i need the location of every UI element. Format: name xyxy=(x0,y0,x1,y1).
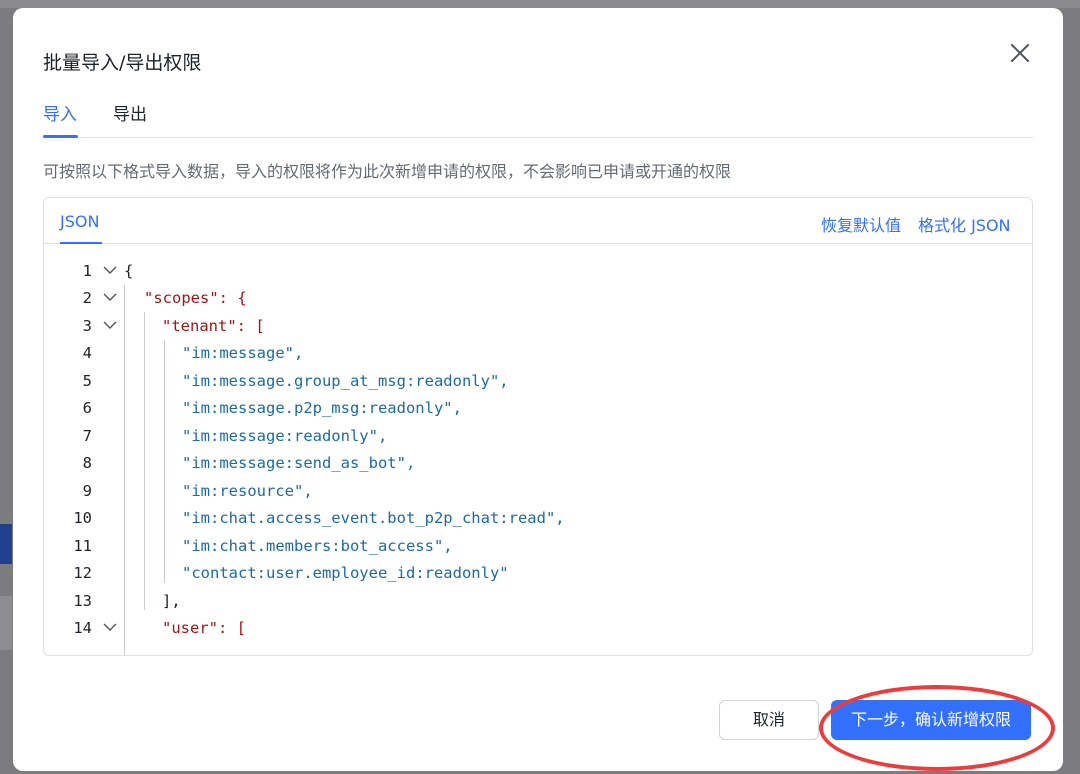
code-text: "contact:user.employee_id:readonly" xyxy=(182,564,509,582)
line-number: 7 xyxy=(82,427,92,445)
editor-tab-json-label: JSON xyxy=(60,212,100,231)
fold-chevron-icon[interactable] xyxy=(102,289,118,305)
cancel-button[interactable]: 取消 xyxy=(719,700,819,740)
tab-bar: 导入 导出 xyxy=(43,96,1033,138)
code-line: 8 "im:message:send_as_bot", xyxy=(44,450,1032,477)
fold-chevron-icon[interactable] xyxy=(102,619,118,635)
line-number: 9 xyxy=(82,482,92,500)
code-text: "im:message.p2p_msg:readonly", xyxy=(182,399,462,417)
editor-tab-json[interactable]: JSON xyxy=(60,212,102,244)
editor-tab-indicator xyxy=(60,242,102,244)
code-line: 13 ], xyxy=(44,588,1032,615)
code-line: 11 "im:chat.members:bot_access", xyxy=(44,533,1032,560)
tab-import-label: 导入 xyxy=(43,105,77,125)
code-line: 6 "im:message.p2p_msg:readonly", xyxy=(44,395,1032,422)
code-text: "im:resource", xyxy=(182,482,313,500)
import-description: 可按照以下格式导入数据，导入的权限将作为此次新增申请的权限，不会影响已申请或开通… xyxy=(43,162,732,181)
code-text: "im:message", xyxy=(182,344,304,362)
line-number: 6 xyxy=(82,399,92,417)
line-number: 1 xyxy=(82,262,92,280)
json-editor[interactable]: JSON 恢复默认值 格式化 JSON 1 { 2 "scopes": { 3 xyxy=(43,197,1033,656)
close-button[interactable] xyxy=(1005,38,1035,68)
line-number: 2 xyxy=(82,289,92,307)
tab-export[interactable]: 导出 xyxy=(113,100,147,125)
code-text: "scopes": { xyxy=(144,289,247,307)
background-page-band xyxy=(0,596,12,650)
line-number: 14 xyxy=(73,619,92,637)
line-number: 12 xyxy=(73,564,92,582)
code-line: 14 "user": [ xyxy=(44,615,1032,642)
import-export-dialog: 批量导入/导出权限 导入 导出 可按照以下格式导入数据，导入的权限将作为此次新增… xyxy=(13,8,1063,771)
code-area[interactable]: 1 { 2 "scopes": { 3 "tenant": [ 4 "im:me… xyxy=(44,245,1032,655)
format-json-button[interactable]: 格式化 JSON xyxy=(918,212,1011,236)
code-text: ], xyxy=(162,592,181,610)
confirm-next-button[interactable]: 下一步，确认新增权限 xyxy=(831,700,1031,740)
code-line: 1 { xyxy=(44,258,1032,285)
fold-chevron-icon[interactable] xyxy=(102,317,118,333)
background-page xyxy=(0,0,1080,8)
tab-import[interactable]: 导入 xyxy=(43,100,77,125)
restore-default-button[interactable]: 恢复默认值 xyxy=(821,212,901,236)
line-number: 11 xyxy=(73,537,92,555)
tab-export-label: 导出 xyxy=(113,105,147,125)
close-icon xyxy=(1011,44,1029,62)
code-line: 7 "im:message:readonly", xyxy=(44,423,1032,450)
code-text: "user": [ xyxy=(162,619,246,637)
line-number: 5 xyxy=(82,372,92,390)
line-number: 13 xyxy=(73,592,92,610)
code-text: "im:chat.access_event.bot_p2p_chat:read"… xyxy=(182,509,565,527)
tab-active-indicator xyxy=(43,135,78,138)
code-text: "im:message:send_as_bot", xyxy=(182,454,416,472)
code-line: 3 "tenant": [ xyxy=(44,313,1032,340)
code-line: 10 "im:chat.access_event.bot_p2p_chat:re… xyxy=(44,505,1032,532)
editor-header: JSON 恢复默认值 格式化 JSON xyxy=(44,198,1032,244)
code-text: "tenant": [ xyxy=(162,317,265,335)
dialog-title: 批量导入/导出权限 xyxy=(43,52,202,74)
code-line: 5 "im:message.group_at_msg:readonly", xyxy=(44,368,1032,395)
line-number: 10 xyxy=(73,509,92,527)
fold-chevron-icon[interactable] xyxy=(102,262,118,278)
code-text: "im:message.group_at_msg:readonly", xyxy=(182,372,509,390)
code-text: "im:message:readonly", xyxy=(182,427,388,445)
code-line: 9 "im:resource", xyxy=(44,478,1032,505)
background-page-strip xyxy=(0,524,12,564)
line-number: 8 xyxy=(82,454,92,472)
code-line: 12 "contact:user.employee_id:readonly" xyxy=(44,560,1032,587)
code-text: "im:chat.members:bot_access", xyxy=(182,537,453,555)
code-text: { xyxy=(124,262,134,280)
code-line: 4 "im:message", xyxy=(44,340,1032,367)
line-number: 4 xyxy=(82,344,92,362)
line-number: 3 xyxy=(82,317,92,335)
code-line: 2 "scopes": { xyxy=(44,285,1032,312)
